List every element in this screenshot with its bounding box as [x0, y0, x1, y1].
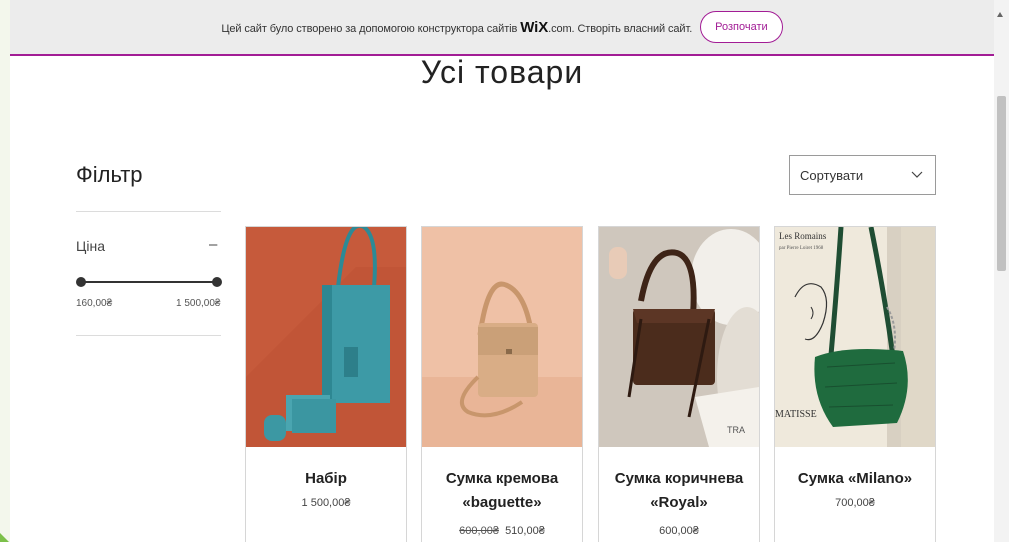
- corner-decoration: [0, 533, 9, 542]
- price-range-min-handle[interactable]: [76, 277, 86, 287]
- product-image[interactable]: Les Romains par Pierre Loiret 1968 MATIS…: [775, 227, 935, 447]
- wix-logo: WiX: [520, 18, 549, 36]
- price-collapse-toggle[interactable]: –: [209, 236, 217, 253]
- product-image[interactable]: [246, 227, 406, 447]
- product-price: 1 500,00₴: [301, 497, 351, 509]
- product-price: 600,00₴: [659, 525, 699, 537]
- price-range-max-value: 1 500,00₴: [176, 298, 221, 309]
- vertical-scrollbar[interactable]: [994, 0, 1009, 542]
- product-name[interactable]: Сумка «Milano»: [779, 467, 931, 491]
- product-price: 700,00₴: [835, 497, 875, 509]
- product-name[interactable]: Сумка коричнева «Royal»: [603, 467, 755, 515]
- product-card[interactable]: Les Romains par Pierre Loiret 1968 MATIS…: [774, 226, 936, 542]
- wix-banner-text: Цей сайт було створено за допомогою конс…: [221, 18, 693, 36]
- product-card[interactable]: TRA Сумка коричнева «Royal» 600,00₴: [598, 226, 760, 542]
- sort-dropdown[interactable]: Сортувати: [789, 155, 936, 195]
- chevron-down-icon: [911, 171, 923, 179]
- wix-banner: Цей сайт було створено за допомогою конс…: [10, 0, 994, 56]
- scroll-up-arrow-icon[interactable]: [997, 12, 1003, 17]
- product-sale-price: 510,00₴: [505, 525, 545, 537]
- product-image[interactable]: TRA: [599, 227, 759, 447]
- product-name[interactable]: Набір: [250, 467, 402, 491]
- poster-subtitle: par Pierre Loiret 1968: [779, 246, 824, 251]
- product-image[interactable]: [422, 227, 582, 447]
- page-title: Усі товари: [420, 54, 584, 90]
- poster-matisse: MATISSE: [775, 409, 817, 420]
- poster-title: Les Romains: [779, 231, 827, 241]
- page: Цей сайт було створено за допомогою конс…: [10, 0, 994, 542]
- price-range-max-handle[interactable]: [212, 277, 222, 287]
- product-name[interactable]: Сумка кремова «baguette»: [426, 467, 578, 515]
- price-range-track[interactable]: [80, 281, 216, 283]
- price-filter-label[interactable]: Ціна: [76, 238, 105, 254]
- price-range-min-value: 160,00₴: [76, 298, 113, 309]
- newspaper-text: TRA: [727, 425, 745, 435]
- product-card[interactable]: Сумка кремова «baguette» 600,00₴ 510,00₴: [421, 226, 583, 542]
- scroll-thumb[interactable]: [997, 96, 1006, 271]
- filter-divider: [76, 211, 221, 212]
- filter-divider-bottom: [76, 335, 221, 336]
- sort-dropdown-label: Сортувати: [800, 167, 864, 183]
- product-old-price: 600,00₴: [459, 525, 499, 537]
- filter-title: Фільтр: [76, 162, 143, 187]
- outer-frame: [0, 0, 10, 542]
- product-price: 600,00₴ 510,00₴: [422, 525, 582, 537]
- product-card[interactable]: Набір 1 500,00₴: [245, 226, 407, 542]
- start-button[interactable]: Розпочати: [700, 11, 783, 43]
